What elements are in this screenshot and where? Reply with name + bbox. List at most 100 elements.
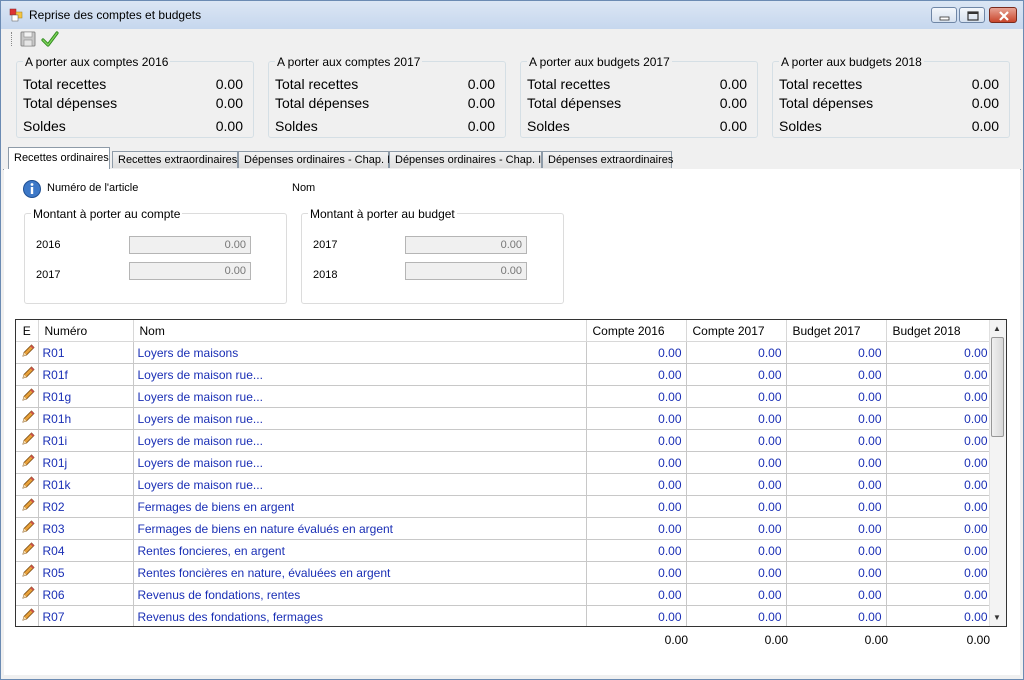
cell-budget-2018[interactable]: 0.00	[886, 451, 993, 474]
cell-nom[interactable]: Fermages de biens en nature évalués en a…	[133, 517, 587, 540]
close-button[interactable]	[989, 7, 1017, 23]
edit-cell[interactable]	[16, 495, 39, 518]
table-row[interactable]: R05 Rentes foncières en nature, évaluées …	[16, 561, 993, 584]
col-header-numero[interactable]: Numéro	[38, 320, 134, 342]
edit-cell[interactable]	[16, 407, 39, 430]
table-row[interactable]: R01 Loyers de maisons 0.00 0.00 0.00 0.00	[16, 341, 993, 364]
edit-cell[interactable]	[16, 605, 39, 626]
cell-budget-2018[interactable]: 0.00	[886, 385, 993, 408]
scroll-thumb[interactable]	[991, 337, 1004, 437]
cell-budget-2018[interactable]: 0.00	[886, 605, 993, 626]
cell-numero[interactable]: R01k	[38, 473, 134, 496]
edit-cell[interactable]	[16, 451, 39, 474]
cell-nom[interactable]: Rentes foncières en nature, évaluées en …	[133, 561, 587, 584]
save-button[interactable]	[19, 30, 37, 48]
edit-cell[interactable]	[16, 363, 39, 386]
cell-numero[interactable]: R01h	[38, 407, 134, 430]
pencil-icon[interactable]	[20, 343, 36, 359]
cell-compte-2017[interactable]: 0.00	[686, 605, 787, 626]
cell-numero[interactable]: R04	[38, 539, 134, 562]
compte-2016-field[interactable]: 0.00	[129, 236, 251, 254]
cell-budget-2018[interactable]: 0.00	[886, 429, 993, 452]
cell-budget-2017[interactable]: 0.00	[786, 517, 887, 540]
col-header-nom[interactable]: Nom	[133, 320, 587, 342]
pencil-icon[interactable]	[20, 563, 36, 579]
tab-depenses-extraordinaires[interactable]: Dépenses extraordinaires	[542, 151, 673, 168]
cell-budget-2017[interactable]: 0.00	[786, 429, 887, 452]
col-header-budget-2018[interactable]: Budget 2018	[886, 320, 993, 342]
cell-compte-2016[interactable]: 0.00	[586, 605, 687, 626]
cell-budget-2017[interactable]: 0.00	[786, 363, 887, 386]
cell-compte-2016[interactable]: 0.00	[586, 341, 687, 364]
compte-2017-field[interactable]: 0.00	[129, 262, 251, 280]
pencil-icon[interactable]	[20, 541, 36, 557]
cell-compte-2017[interactable]: 0.00	[686, 451, 787, 474]
cell-budget-2018[interactable]: 0.00	[886, 561, 993, 584]
cell-nom[interactable]: Fermages de biens en argent	[133, 495, 587, 518]
pencil-icon[interactable]	[20, 607, 36, 623]
cell-numero[interactable]: R01g	[38, 385, 134, 408]
cell-compte-2017[interactable]: 0.00	[686, 363, 787, 386]
cell-numero[interactable]: R01j	[38, 451, 134, 474]
cell-compte-2016[interactable]: 0.00	[586, 495, 687, 518]
cell-compte-2016[interactable]: 0.00	[586, 517, 687, 540]
cell-budget-2018[interactable]: 0.00	[886, 539, 993, 562]
table-row[interactable]: R07 Revenus des fondations, fermages 0.00 0…	[16, 605, 993, 626]
table-row[interactable]: R02 Fermages de biens en argent 0.00 0.00 0.…	[16, 495, 993, 518]
toolbar-grip[interactable]	[11, 32, 14, 46]
cell-compte-2017[interactable]: 0.00	[686, 539, 787, 562]
cell-compte-2017[interactable]: 0.00	[686, 495, 787, 518]
scroll-down-icon[interactable]: ▼	[993, 613, 1001, 622]
pencil-icon[interactable]	[20, 409, 36, 425]
cell-compte-2017[interactable]: 0.00	[686, 385, 787, 408]
validate-button[interactable]	[41, 30, 59, 48]
table-row[interactable]: R06 Revenus de fondations, rentes 0.00 0.00…	[16, 583, 993, 606]
cell-budget-2017[interactable]: 0.00	[786, 605, 887, 626]
table-row[interactable]: R03 Fermages de biens en nature évalués e…	[16, 517, 993, 540]
cell-budget-2017[interactable]: 0.00	[786, 473, 887, 496]
cell-nom[interactable]: Loyers de maison rue...	[133, 451, 587, 474]
cell-budget-2017[interactable]: 0.00	[786, 407, 887, 430]
table-row[interactable]: R01j Loyers de maison rue... 0.00 0.00 0.00 0…	[16, 451, 993, 474]
table-row[interactable]: R01k Loyers de maison rue... 0.00 0.00 0.00 0…	[16, 473, 993, 496]
cell-compte-2017[interactable]: 0.00	[686, 561, 787, 584]
pencil-icon[interactable]	[20, 365, 36, 381]
cell-budget-2017[interactable]: 0.00	[786, 583, 887, 606]
pencil-icon[interactable]	[20, 519, 36, 535]
cell-budget-2018[interactable]: 0.00	[886, 495, 993, 518]
cell-budget-2017[interactable]: 0.00	[786, 385, 887, 408]
cell-compte-2016[interactable]: 0.00	[586, 363, 687, 386]
cell-compte-2017[interactable]: 0.00	[686, 341, 787, 364]
table-row[interactable]: R01g Loyers de maison rue... 0.00 0.00 0.00 0…	[16, 385, 993, 408]
tab-depenses-ordinaires-chap-1[interactable]: Dépenses ordinaires - Chap. I	[238, 151, 390, 168]
col-header-budget-2017[interactable]: Budget 2017	[786, 320, 887, 342]
cell-compte-2017[interactable]: 0.00	[686, 583, 787, 606]
cell-numero[interactable]: R05	[38, 561, 134, 584]
pencil-icon[interactable]	[20, 453, 36, 469]
edit-cell[interactable]	[16, 429, 39, 452]
cell-numero[interactable]: R07	[38, 605, 134, 626]
edit-cell[interactable]	[16, 583, 39, 606]
edit-cell[interactable]	[16, 341, 39, 364]
cell-budget-2017[interactable]: 0.00	[786, 451, 887, 474]
cell-budget-2017[interactable]: 0.00	[786, 561, 887, 584]
articles-grid[interactable]: E Numéro Nom Compte 2016 Compte 2017 Bud…	[15, 319, 1007, 627]
pencil-icon[interactable]	[20, 387, 36, 403]
maximize-button[interactable]	[959, 7, 985, 23]
cell-compte-2016[interactable]: 0.00	[586, 407, 687, 430]
cell-numero[interactable]: R06	[38, 583, 134, 606]
budget-2018-field[interactable]: 0.00	[405, 262, 527, 280]
pencil-icon[interactable]	[20, 431, 36, 447]
cell-compte-2016[interactable]: 0.00	[586, 561, 687, 584]
cell-nom[interactable]: Loyers de maison rue...	[133, 407, 587, 430]
cell-nom[interactable]: Rentes foncieres, en argent	[133, 539, 587, 562]
table-row[interactable]: R01i Loyers de maison rue... 0.00 0.00 0.00 0…	[16, 429, 993, 452]
cell-numero[interactable]: R01f	[38, 363, 134, 386]
col-header-compte-2016[interactable]: Compte 2016	[586, 320, 687, 342]
cell-budget-2018[interactable]: 0.00	[886, 341, 993, 364]
pencil-icon[interactable]	[20, 497, 36, 513]
cell-nom[interactable]: Loyers de maison rue...	[133, 429, 587, 452]
tab-recettes-extraordinaires[interactable]: Recettes extraordinaires	[112, 151, 238, 168]
col-header-compte-2017[interactable]: Compte 2017	[686, 320, 787, 342]
scroll-up-icon[interactable]: ▲	[993, 324, 1001, 333]
